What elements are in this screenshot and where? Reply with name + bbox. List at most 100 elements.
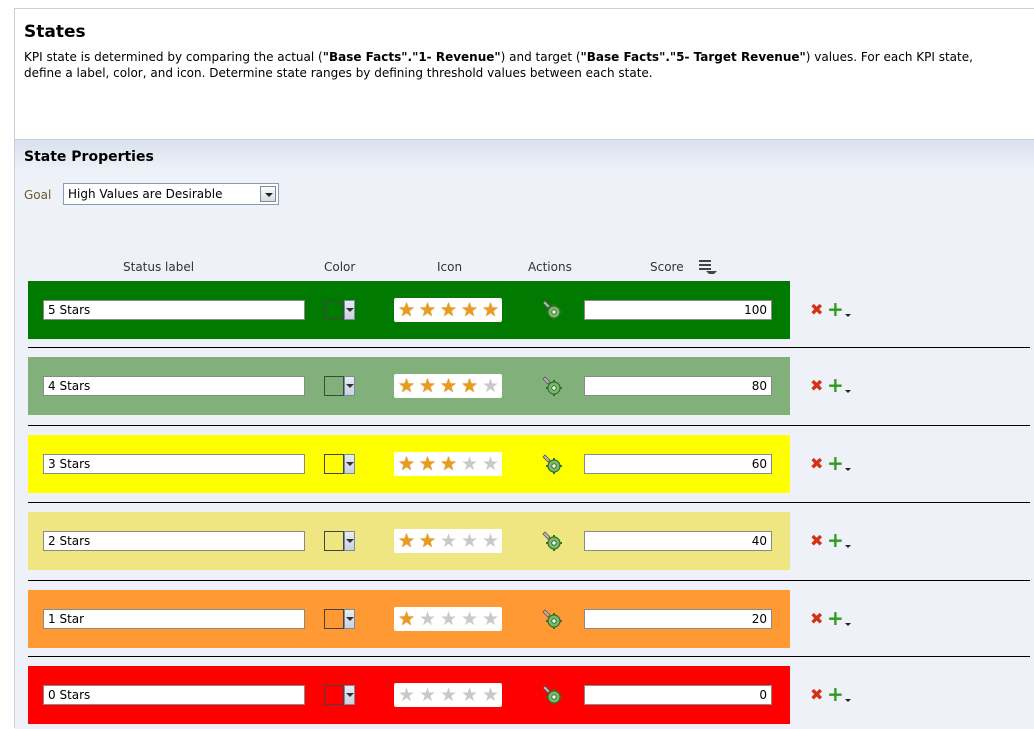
star-icon: ★ — [460, 530, 479, 552]
star-icon: ★ — [418, 608, 437, 630]
list-sort-icon[interactable] — [697, 259, 717, 274]
gear-wrench-icon[interactable] — [542, 530, 562, 552]
color-swatch[interactable] — [324, 531, 344, 551]
status-label-input[interactable]: 4 Stars — [43, 376, 305, 396]
state-row: 1 Star ★ ★ ★ ★ ★ 20 — [28, 590, 790, 648]
chevron-down-icon[interactable] — [845, 699, 851, 702]
add-plus-icon[interactable]: + — [827, 530, 844, 550]
star-icon: ★ — [397, 375, 416, 397]
goal-select[interactable]: High Values are Desirable — [63, 183, 279, 205]
desc-actual-measure: "Base Facts"."1- Revenue" — [322, 50, 501, 64]
desc-text-1: KPI state is determined by comparing the… — [24, 50, 323, 64]
threshold-divider[interactable] — [28, 656, 1030, 657]
threshold-divider[interactable] — [28, 425, 1030, 426]
delete-x-icon[interactable]: ✖ — [810, 531, 823, 550]
star-icon: ★ — [439, 530, 458, 552]
threshold-divider[interactable] — [28, 502, 1030, 503]
desc-target-measure: "Base Facts"."5- Target Revenue" — [580, 50, 806, 64]
gear-wrench-icon[interactable] — [542, 684, 562, 706]
score-input[interactable]: 100 — [584, 300, 772, 320]
goal-select-value: High Values are Desirable — [68, 187, 223, 201]
star-icon: ★ — [460, 684, 479, 706]
chevron-down-icon[interactable] — [845, 390, 851, 393]
score-input[interactable]: 80 — [584, 376, 772, 396]
color-swatch[interactable] — [324, 376, 344, 396]
chevron-down-icon[interactable] — [845, 468, 851, 471]
color-swatch[interactable] — [324, 454, 344, 474]
star-rating-icon[interactable]: ★ ★ ★ ★ ★ — [394, 298, 502, 322]
star-icon: ★ — [397, 453, 416, 475]
star-icon: ★ — [418, 530, 437, 552]
state-properties-title: State Properties — [24, 149, 154, 165]
star-icon: ★ — [460, 453, 479, 475]
star-rating-icon[interactable]: ★ ★ ★ ★ ★ — [394, 529, 502, 553]
score-input[interactable]: 20 — [584, 609, 772, 629]
chevron-down-icon[interactable] — [344, 531, 355, 551]
status-label-input[interactable]: 3 Stars — [43, 454, 305, 474]
status-label-input[interactable]: 2 Stars — [43, 531, 305, 551]
threshold-divider[interactable] — [28, 580, 1030, 581]
add-plus-icon[interactable]: + — [827, 299, 844, 319]
delete-x-icon[interactable]: ✖ — [810, 376, 823, 395]
star-rating-icon[interactable]: ★ ★ ★ ★ ★ — [394, 452, 502, 476]
col-header-color: Color — [324, 260, 356, 274]
col-header-status-label: Status label — [123, 260, 195, 274]
star-icon: ★ — [439, 299, 458, 321]
star-icon: ★ — [460, 608, 479, 630]
add-plus-icon[interactable]: + — [827, 608, 844, 628]
page-title: States — [24, 22, 86, 42]
gear-wrench-icon[interactable] — [542, 299, 562, 321]
add-plus-icon[interactable]: + — [827, 375, 844, 395]
color-swatch[interactable] — [324, 300, 344, 320]
state-row: 4 Stars ★ ★ ★ ★ ★ 80 — [28, 357, 790, 415]
status-label-input[interactable]: 0 Stars — [43, 685, 305, 705]
star-icon: ★ — [397, 530, 416, 552]
chevron-down-icon[interactable] — [845, 623, 851, 626]
score-input[interactable]: 0 — [584, 685, 772, 705]
add-plus-icon[interactable]: + — [827, 684, 844, 704]
desc-text-2: ) and target ( — [500, 50, 581, 64]
chevron-down-icon[interactable] — [344, 300, 355, 320]
color-swatch[interactable] — [324, 685, 344, 705]
threshold-divider[interactable] — [28, 347, 1030, 348]
chevron-down-icon[interactable] — [344, 376, 355, 396]
score-input[interactable]: 60 — [584, 454, 772, 474]
star-icon: ★ — [418, 684, 437, 706]
chevron-down-icon[interactable] — [845, 314, 851, 317]
star-rating-icon[interactable]: ★ ★ ★ ★ ★ — [394, 683, 502, 707]
star-icon: ★ — [439, 453, 458, 475]
state-row: 2 Stars ★ ★ ★ ★ ★ 40 — [28, 512, 790, 570]
gear-wrench-icon[interactable] — [542, 453, 562, 475]
star-icon: ★ — [481, 453, 500, 475]
delete-x-icon[interactable]: ✖ — [810, 609, 823, 628]
delete-x-icon[interactable]: ✖ — [810, 300, 823, 319]
chevron-down-icon[interactable] — [344, 454, 355, 474]
status-label-input[interactable]: 5 Stars — [43, 300, 305, 320]
state-row: 5 Stars ★ ★ ★ ★ ★ 100 — [28, 281, 790, 339]
star-icon: ★ — [439, 375, 458, 397]
delete-x-icon[interactable]: ✖ — [810, 685, 823, 704]
add-plus-icon[interactable]: + — [827, 453, 844, 473]
chevron-down-icon[interactable] — [344, 609, 355, 629]
star-rating-icon[interactable]: ★ ★ ★ ★ ★ — [394, 374, 502, 398]
star-icon: ★ — [439, 684, 458, 706]
chevron-down-icon[interactable] — [845, 545, 851, 548]
status-label-input[interactable]: 1 Star — [43, 609, 305, 629]
chevron-down-icon[interactable] — [260, 186, 276, 202]
star-icon: ★ — [418, 453, 437, 475]
gear-wrench-icon[interactable] — [542, 375, 562, 397]
col-header-icon: Icon — [437, 260, 463, 274]
star-icon: ★ — [418, 375, 437, 397]
star-rating-icon[interactable]: ★ ★ ★ ★ ★ — [394, 607, 502, 631]
star-icon: ★ — [397, 299, 416, 321]
delete-x-icon[interactable]: ✖ — [810, 454, 823, 473]
color-swatch[interactable] — [324, 609, 344, 629]
state-row: 0 Stars ★ ★ ★ ★ ★ 0 — [28, 666, 790, 724]
goal-label: Goal — [24, 188, 52, 202]
star-icon: ★ — [397, 608, 416, 630]
score-input[interactable]: 40 — [584, 531, 772, 551]
gear-wrench-icon[interactable] — [542, 608, 562, 630]
star-icon: ★ — [460, 299, 479, 321]
state-row: 3 Stars ★ ★ ★ ★ ★ 60 — [28, 435, 790, 493]
chevron-down-icon[interactable] — [344, 685, 355, 705]
